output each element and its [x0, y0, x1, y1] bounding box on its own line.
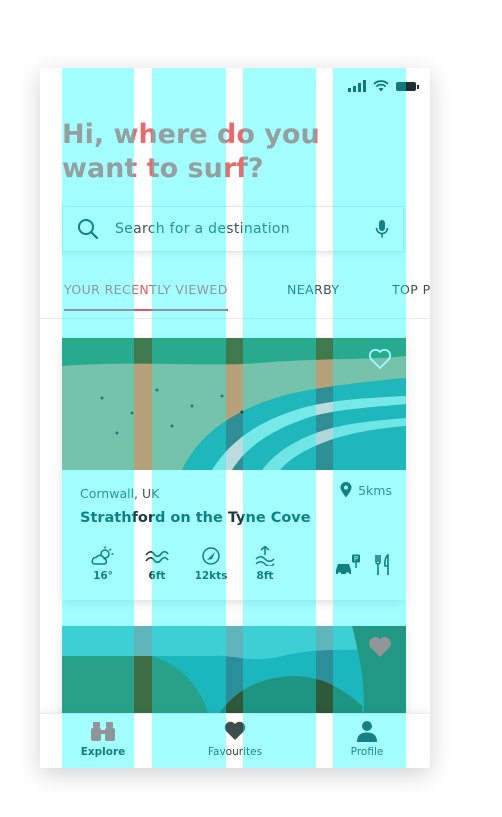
favourite-filled-icon[interactable] — [368, 636, 392, 658]
tab-nearby[interactable]: NEARBY — [287, 282, 339, 309]
surf-spot-card[interactable]: Cornwall, UK 5kms Strathford on the Tyne… — [62, 338, 406, 600]
wave-icon — [145, 550, 169, 564]
surf-spot-card[interactable] — [62, 626, 406, 726]
condition-weather: 16° — [76, 546, 130, 582]
spot-photo — [62, 626, 406, 726]
amenities: P — [334, 554, 392, 576]
nav-profile-label: Profile — [350, 746, 384, 758]
microphone-icon[interactable] — [375, 219, 389, 239]
nav-profile[interactable]: Profile — [322, 720, 412, 758]
weather-sun-cloud-icon — [91, 546, 114, 565]
tide-value: 8ft — [256, 570, 274, 582]
wifi-icon — [373, 80, 389, 92]
binoculars-icon — [91, 722, 115, 741]
spot-name: Strathford on the Tyne Cove — [80, 510, 311, 526]
tide-icon — [255, 546, 275, 566]
heart-icon — [224, 721, 246, 740]
favourite-outline-icon[interactable] — [368, 348, 392, 370]
surf-conditions: 16° 6ft 12kts 8ft — [76, 546, 292, 582]
signal-icon — [348, 80, 366, 92]
parking-icon: P — [336, 554, 360, 576]
wave-value: 6ft — [148, 570, 166, 582]
nav-explore-label: Explore — [80, 746, 126, 758]
map-pin-icon — [340, 482, 352, 498]
tab-top[interactable]: TOP P — [392, 282, 430, 309]
svg-text:P: P — [354, 555, 358, 563]
search-bar[interactable] — [62, 206, 404, 252]
nav-explore[interactable]: Explore — [58, 720, 148, 758]
search-input[interactable] — [113, 220, 375, 238]
spot-distance: 5kms — [340, 482, 392, 498]
page-title: Hi, where do you want to surf? — [62, 119, 320, 184]
search-icon — [78, 219, 99, 240]
spot-photo — [62, 338, 406, 470]
spot-location: Cornwall, UK — [80, 486, 160, 501]
app-screen: Hi, where do you want to surf? YOUR RECE… — [40, 68, 430, 768]
status-bar — [348, 78, 419, 94]
weather-value: 16° — [93, 570, 113, 582]
condition-tide: 8ft — [238, 546, 292, 582]
nav-favourites[interactable]: Favourites — [190, 720, 280, 758]
person-icon — [357, 721, 377, 742]
tab-bar: YOUR RECENTLY VIEWED NEARBY TOP P — [40, 274, 430, 319]
battery-icon — [396, 81, 419, 91]
tab-recently-viewed[interactable]: YOUR RECENTLY VIEWED — [64, 282, 228, 311]
condition-wave: 6ft — [130, 546, 184, 582]
nav-favourites-label: Favourites — [207, 746, 263, 758]
bottom-navigation: Explore Favourites Profile — [40, 713, 430, 768]
wind-value: 12kts — [194, 570, 228, 582]
restaurant-icon — [375, 554, 389, 575]
wind-compass-icon — [202, 547, 220, 565]
distance-value: 5kms — [358, 482, 392, 498]
condition-wind: 12kts — [184, 546, 238, 582]
